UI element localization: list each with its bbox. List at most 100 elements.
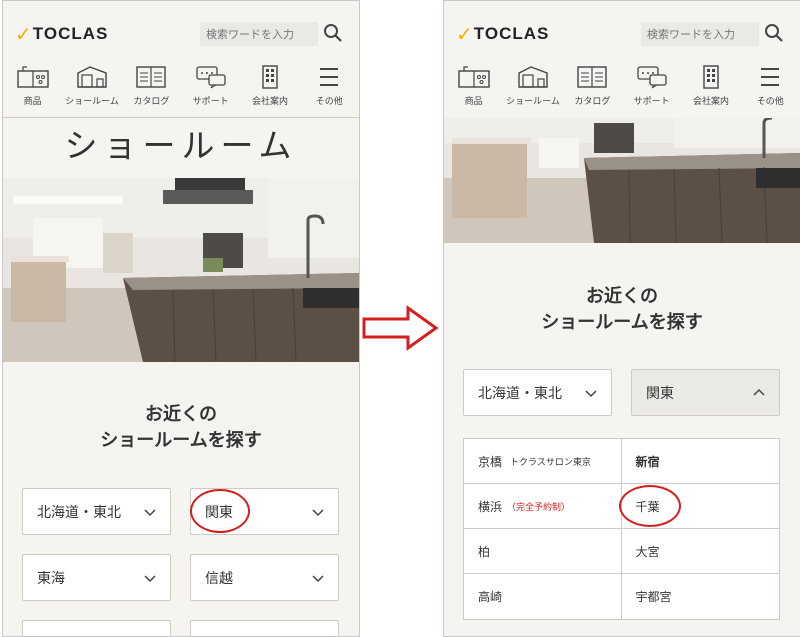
toclas-logo[interactable]: ✓ TOCLAS [456,24,549,44]
menu-icon [761,68,780,86]
table-row: 京橋 トクラスサロン東京 新宿 [464,439,779,484]
kitchen-icon [16,66,49,88]
chevron-down-icon [585,390,597,398]
showroom-link-utsunomiya[interactable]: 宇都宮 [622,574,780,619]
nav-item-showroom[interactable]: ショールーム [503,56,562,118]
nav-label: カタログ [133,97,170,107]
region-button-hokkaido-tohoku[interactable]: 北海道・東北 [22,488,171,535]
region-label: 信越 [205,570,233,587]
showroom-name: 柏 [478,544,491,559]
find-title-line-2: ショールームを探す [541,312,703,333]
region-button-tokai[interactable]: 東海 [22,554,171,601]
catalog-icon [136,66,167,88]
nav-item-products[interactable]: 商品 [3,56,62,117]
showroom-link-shinjuku[interactable]: 新宿 [622,439,780,483]
logo-text: TOCLAS [473,24,550,43]
region-label: 北海道・東北 [478,385,562,402]
search-input[interactable] [641,22,759,46]
search-input[interactable] [200,22,318,46]
showroom-hero-image [3,178,359,363]
find-showroom-title: お近くの ショールームを探す [444,284,800,336]
arrow-right-icon [362,305,439,351]
nav-item-showroom[interactable]: ショールーム [62,56,121,117]
region-button-more-2[interactable] [190,620,339,636]
region-button-more-1[interactable] [22,620,171,636]
nav-item-support[interactable]: サポート [181,56,240,117]
reservation-note: （完全予約制） [507,502,571,513]
region-label: 関東 [646,385,674,402]
highlight-circle [190,489,250,533]
support-icon [195,66,226,89]
global-nav: 商品 ショールーム カタログ サポート 会社案内 その他 [444,56,800,118]
left-screen: ✓ TOCLAS 商品 ショールーム カタログ サポート 会社案内 その他 [2,0,360,637]
nav-label: 会社案内 [251,97,288,107]
menu-icon [320,68,339,86]
catalog-icon [577,66,608,88]
region-button-kanto[interactable]: 関東 [631,369,780,416]
toclas-logo[interactable]: ✓ TOCLAS [15,24,108,44]
region-button-shinetsu[interactable]: 信越 [190,554,339,601]
page-title: ショールーム [64,126,298,165]
header: ✓ TOCLAS [3,1,359,56]
search-icon[interactable] [323,23,343,43]
nav-label: カタログ [574,97,611,107]
building-icon [262,65,278,89]
kitchen-icon [457,66,490,88]
showroom-name: 京橋 [478,454,503,469]
nav-item-catalog[interactable]: カタログ [122,56,181,117]
showroom-link-takasaki[interactable]: 高崎 [464,574,622,619]
table-row: 高崎 宇都宮 [464,574,779,619]
region-label: 東海 [37,570,65,587]
showroom-list: 京橋 トクラスサロン東京 新宿 横浜 （完全予約制） 千葉 柏 大宮 高崎 宇都… [463,438,780,620]
search-icon[interactable] [764,23,784,43]
nav-item-other[interactable]: その他 [741,56,800,118]
highlight-circle [619,485,681,527]
showroom-subtitle: トクラスサロン東京 [510,457,591,468]
showroom-link-kyobashi[interactable]: 京橋 トクラスサロン東京 [464,439,622,483]
showroom-icon [518,66,548,88]
showroom-name: 新宿 [635,454,660,469]
showroom-link-yokohama[interactable]: 横浜 （完全予約制） [464,484,622,528]
nav-item-products[interactable]: 商品 [444,56,503,118]
nav-item-other[interactable]: その他 [300,56,359,117]
showroom-name: 高崎 [478,590,503,604]
nav-label: その他 [315,97,343,107]
nav-label: ショールーム [65,97,119,107]
nav-item-company[interactable]: 会社案内 [681,56,740,118]
header: ✓ TOCLAS [444,1,800,56]
showroom-name: 宇都宮 [635,590,672,604]
logo-check-icon: ✓ [456,22,473,46]
find-showroom-title: お近くの ショールームを探す [3,402,359,454]
showroom-hero-image [444,116,800,244]
nav-item-catalog[interactable]: カタログ [563,56,622,118]
nav-item-company[interactable]: 会社案内 [240,56,299,117]
showroom-link-omiya[interactable]: 大宮 [622,529,780,573]
showroom-name: 大宮 [635,544,660,559]
nav-label: 商品 [23,97,42,107]
showroom-link-kashiwa[interactable]: 柏 [464,529,622,573]
region-label: 北海道・東北 [37,504,121,521]
nav-label: ショールーム [506,97,560,107]
chevron-up-icon [753,388,765,396]
find-title-line-1: お近くの [145,404,217,425]
support-icon [636,66,667,89]
global-nav: 商品 ショールーム カタログ サポート 会社案内 その他 [3,56,359,118]
showroom-icon [77,66,107,88]
nav-label: その他 [756,97,784,107]
logo-text: TOCLAS [32,24,109,43]
find-title-line-1: お近くの [586,286,658,307]
right-screen: ✓ TOCLAS 商品 ショールーム カタログ サポート 会社案内 その他 [443,0,800,637]
logo-check-icon: ✓ [15,22,32,46]
nav-label: 会社案内 [692,97,729,107]
nav-label: サポート [633,97,670,107]
find-title-line-2: ショールームを探す [100,430,262,451]
chevron-down-icon [312,509,324,517]
chevron-down-icon [144,509,156,517]
chevron-down-icon [312,575,324,583]
showroom-name: 横浜 [478,499,503,514]
nav-label: サポート [192,97,229,107]
region-button-hokkaido-tohoku[interactable]: 北海道・東北 [463,369,612,416]
table-row: 柏 大宮 [464,529,779,574]
nav-item-support[interactable]: サポート [622,56,681,118]
chevron-down-icon [144,575,156,583]
